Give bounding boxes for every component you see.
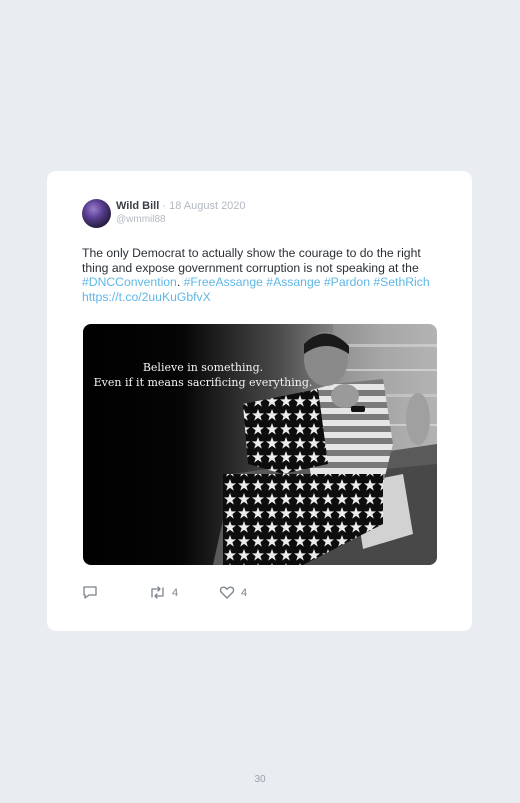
caption-line-2: Even if it means sacrificing everything. <box>93 376 313 389</box>
tweet-text: The only Democrat to actually show the c… <box>82 246 444 304</box>
url-link[interactable]: https://t.co/2uuKuGbfvX <box>82 290 211 304</box>
page-number: 30 <box>254 774 266 785</box>
like-icon <box>219 586 235 599</box>
retweet-button[interactable]: 4 <box>149 585 178 600</box>
hashtag-link[interactable]: #Assange <box>266 275 320 289</box>
reply-button[interactable] <box>82 585 98 600</box>
hashtag-link[interactable]: #Pardon <box>324 275 370 289</box>
avatar[interactable] <box>82 199 111 228</box>
tweet-image[interactable]: Believe in something. Even if it means s… <box>83 324 437 565</box>
hashtag-link[interactable]: #DNCConvention <box>82 275 177 289</box>
like-count: 4 <box>241 586 248 599</box>
hashtag-link[interactable]: #FreeAssange <box>184 275 263 289</box>
retweet-count: 4 <box>172 586 179 599</box>
retweet-icon <box>151 586 164 599</box>
tweet-date: · 18 August 2020 <box>162 200 246 212</box>
text-part: The only Democrat to actually show the c… <box>82 246 421 275</box>
author-name[interactable]: Wild Bill <box>116 200 159 212</box>
text-part: . <box>176 275 184 290</box>
like-button[interactable]: 4 <box>219 585 247 600</box>
author-line: Wild Bill · 18 August 2020 <box>116 200 246 212</box>
caption-line-1: Believe in something. <box>142 361 264 374</box>
hashtag-link[interactable]: #SethRich <box>373 275 429 289</box>
image-caption: Believe in something. Even if it means s… <box>83 360 323 390</box>
tweet-card: Wild Bill · 18 August 2020 @wmmil88 The … <box>47 171 472 631</box>
author-handle[interactable]: @wmmil88 <box>116 214 166 225</box>
reply-icon <box>83 586 97 599</box>
